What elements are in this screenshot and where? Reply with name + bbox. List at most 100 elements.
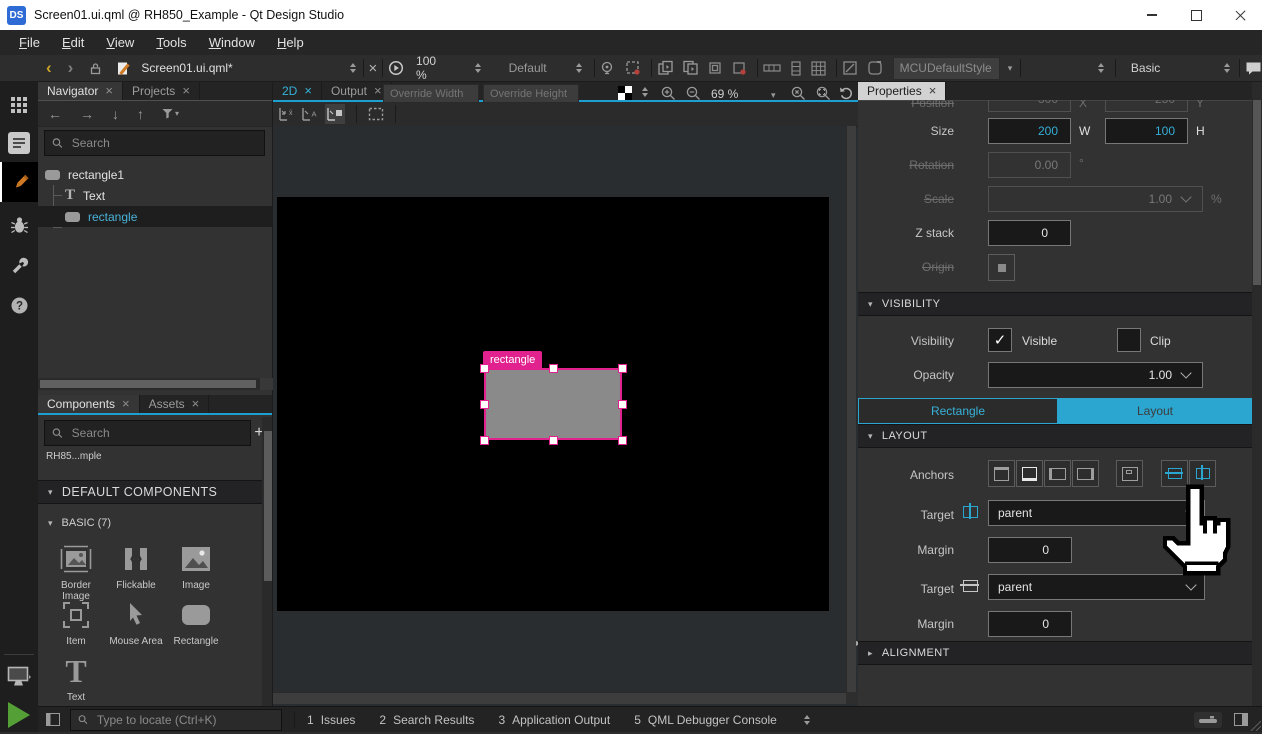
output-pane-qml-debugger[interactable]: 5QML Debugger Console: [634, 713, 777, 727]
resize-grip[interactable]: [1247, 717, 1261, 731]
reset-view-icon[interactable]: [839, 86, 854, 100]
resize-handle[interactable]: [481, 401, 488, 408]
style-select[interactable]: Default: [509, 61, 547, 75]
component-border-image[interactable]: Border Image: [46, 541, 106, 602]
copy-icon[interactable]: [657, 60, 674, 76]
section-layout[interactable]: ▾ LAYOUT: [858, 424, 1252, 448]
canvas-zoom-value[interactable]: 69 %: [711, 87, 738, 101]
position-y-field[interactable]: 250: [1105, 100, 1188, 112]
size-width-field[interactable]: 200: [988, 118, 1071, 144]
menu-view[interactable]: View: [95, 30, 145, 55]
clip-checkbox[interactable]: [1117, 328, 1141, 352]
tab-navigator[interactable]: Navigator×: [38, 82, 123, 100]
show-bounds-icon[interactable]: [368, 107, 384, 121]
design-mode-button[interactable]: [0, 162, 40, 202]
tab-projects[interactable]: Projects×: [123, 82, 200, 100]
zoom-selection-icon[interactable]: [791, 86, 806, 101]
resize-handle[interactable]: [619, 437, 626, 444]
anchor-fill-button[interactable]: [1116, 460, 1143, 487]
navigator-search-input[interactable]: [70, 135, 257, 151]
output-pane-application-output[interactable]: 3Application Output: [498, 713, 610, 727]
origin-button[interactable]: [988, 254, 1015, 281]
resize-handle[interactable]: [481, 437, 488, 444]
welcome-mode-button[interactable]: [0, 86, 38, 124]
close-icon[interactable]: ×: [182, 86, 190, 96]
toggle-right-sidebar-icon[interactable]: [1234, 713, 1248, 726]
component-text[interactable]: T Text: [46, 653, 106, 703]
background-spinner[interactable]: [639, 87, 651, 97]
projects-mode-button[interactable]: [0, 246, 38, 284]
close-icon[interactable]: ×: [122, 399, 130, 409]
run-preview-icon[interactable]: [388, 60, 404, 76]
file-spinner[interactable]: [349, 63, 358, 73]
anchor-left-button[interactable]: [1044, 460, 1071, 487]
margin1-field[interactable]: 0: [988, 537, 1072, 563]
nav-move-left-button[interactable]: ←: [48, 106, 62, 122]
resize-handle[interactable]: [481, 365, 488, 372]
menu-help[interactable]: Help: [266, 30, 315, 55]
resize-handle[interactable]: [619, 401, 626, 408]
close-icon[interactable]: ×: [105, 86, 113, 96]
snap-anchor-icon[interactable]: A: [302, 107, 319, 122]
properties-vscrollbar[interactable]: [1252, 82, 1262, 706]
lock-icon[interactable]: [89, 62, 102, 75]
paste-icon[interactable]: [682, 60, 699, 76]
anchor-right-button[interactable]: [1072, 460, 1099, 487]
zoom-dropdown-icon[interactable]: ▾: [771, 90, 776, 101]
output-pane-spinner[interactable]: [801, 715, 813, 725]
size-height-field[interactable]: 100: [1105, 118, 1188, 144]
tab-components[interactable]: Components×: [38, 395, 140, 413]
binding-icon[interactable]: [599, 60, 615, 76]
canvas-hscrollbar[interactable]: [273, 692, 846, 704]
target2-combobox[interactable]: parent: [988, 574, 1205, 600]
locator-input[interactable]: [95, 712, 274, 728]
tree-item-rectangle[interactable]: rectangle: [38, 206, 273, 227]
component-mouse-area[interactable]: Mouse Area: [106, 597, 166, 647]
resize-handle[interactable]: [550, 365, 557, 372]
close-button[interactable]: [1218, 0, 1262, 30]
locator[interactable]: [70, 709, 282, 731]
edit-document-icon[interactable]: [116, 61, 131, 76]
close-icon[interactable]: ×: [192, 399, 200, 409]
minimize-button[interactable]: [1130, 0, 1174, 30]
menu-edit[interactable]: Edit: [51, 30, 95, 55]
list-view-icon[interactable]: [791, 61, 801, 76]
theme-select[interactable]: Basic: [1131, 61, 1160, 75]
output-pane-issues[interactable]: 1Issues: [307, 713, 355, 727]
forward-button[interactable]: ›: [68, 58, 74, 78]
rounded-frame-icon[interactable]: [867, 60, 883, 76]
back-button[interactable]: ‹: [46, 58, 52, 78]
nav-move-right-button[interactable]: →: [80, 106, 94, 122]
rotation-field[interactable]: 0.00: [988, 152, 1071, 178]
zoom-fit-icon[interactable]: [816, 86, 831, 101]
output-pane-search-results[interactable]: 2Search Results: [379, 713, 474, 727]
feedback-bubble-icon[interactable]: [1245, 61, 1262, 76]
target1-combobox[interactable]: parent: [988, 500, 1205, 526]
section-default-components[interactable]: ▾ DEFAULT COMPONENTS: [38, 480, 273, 504]
close-icon[interactable]: ×: [374, 86, 382, 96]
scrollbar-thumb[interactable]: [40, 380, 256, 388]
tab-2d[interactable]: 2D×: [273, 82, 322, 100]
components-vscrollbar[interactable]: [262, 417, 273, 706]
menu-file[interactable]: File: [8, 30, 51, 55]
edit-mode-button[interactable]: [0, 124, 38, 162]
navigator-hscrollbar[interactable]: [38, 378, 273, 390]
debug-mode-button[interactable]: [0, 206, 38, 244]
opacity-combo[interactable]: 1.00: [988, 362, 1203, 388]
kit-selector-button[interactable]: [0, 658, 38, 696]
run-button[interactable]: [0, 696, 38, 734]
scrollbar-thumb[interactable]: [1253, 100, 1261, 285]
background-color-icon[interactable]: [618, 86, 632, 100]
style-spinner[interactable]: [575, 63, 584, 73]
tree-item-text[interactable]: T Text: [38, 185, 273, 206]
canvas-viewport[interactable]: rectangle: [273, 126, 846, 692]
snap-position-icon[interactable]: x̂: [279, 107, 296, 122]
section-basic[interactable]: ▾ BASIC (7): [38, 513, 273, 533]
position-x-field[interactable]: 300: [988, 100, 1071, 112]
close-icon[interactable]: ×: [929, 86, 937, 96]
zstack-field[interactable]: 0: [988, 220, 1071, 246]
components-search[interactable]: [44, 420, 251, 446]
components-search-input[interactable]: [70, 425, 243, 441]
mcu-style-select[interactable]: MCUDefaultStyle: [900, 61, 992, 75]
anchor-horizontal-center-button[interactable]: [1189, 460, 1216, 487]
